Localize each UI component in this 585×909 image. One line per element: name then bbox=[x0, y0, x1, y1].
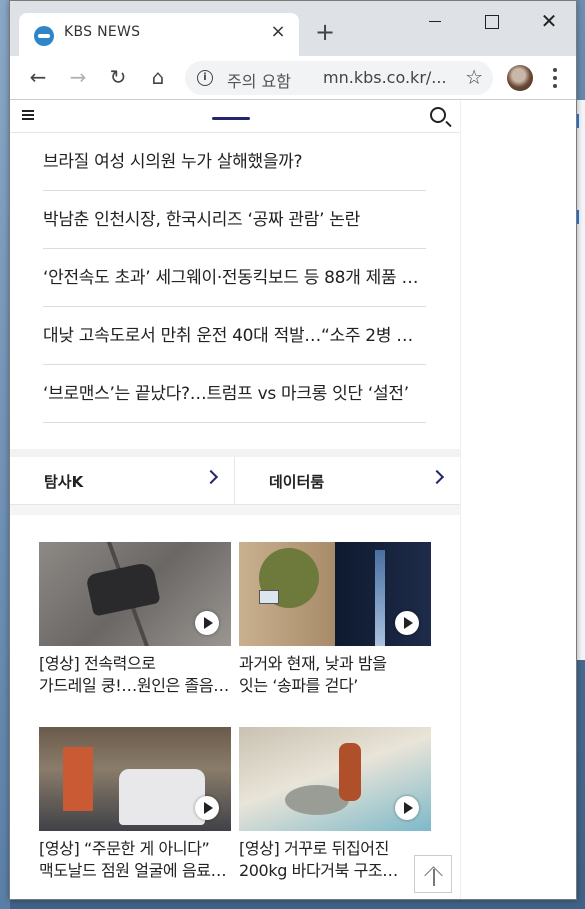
video-card-title-line: 맥도날드 점원 얼굴에 음료 던진 손님 bbox=[39, 861, 231, 880]
news-list: 브라질 여성 시의원 누가 살해했을까? 박남춘 인천시장, 한국시리즈 ‘공짜… bbox=[43, 133, 426, 423]
section-link-dataroom[interactable]: 데이터룸 bbox=[235, 457, 460, 505]
news-list-item[interactable]: 브라질 여성 시의원 누가 살해했을까? bbox=[43, 133, 426, 191]
play-icon[interactable] bbox=[395, 796, 419, 820]
video-card-title[interactable]: [영상] 전속력으로 가드레일 쿵!…원인은 졸음운전 bbox=[39, 653, 231, 697]
section-links: 탐사K 데이터룸 bbox=[10, 457, 460, 505]
video-card-title-line: 가드레일 쿵!…원인은 졸음운전 bbox=[39, 676, 231, 695]
video-card[interactable]: [영상] 거꾸로 뒤집어진 200kg 바다거북 구조… bbox=[239, 727, 431, 882]
new-tab-button[interactable]: + bbox=[312, 19, 338, 45]
video-card-title-line: [영상] “주문한 게 아니다” bbox=[39, 839, 210, 858]
video-card[interactable]: [영상] “주문한 게 아니다” 맥도날드 점원 얼굴에 음료 던진 손님 bbox=[39, 727, 231, 882]
video-card[interactable]: [영상] 전속력으로 가드레일 쿵!…원인은 졸음운전 bbox=[39, 542, 231, 697]
chevron-right-icon bbox=[203, 469, 219, 485]
video-card-title[interactable]: [영상] “주문한 게 아니다” 맥도날드 점원 얼굴에 음료 던진 손님 bbox=[39, 838, 231, 882]
video-card[interactable]: 과거와 현재, 낮과 밤을 잇는 ‘송파를 걷다’ bbox=[239, 542, 431, 697]
video-card-title-line: 과거와 현재, 낮과 밤을 bbox=[239, 654, 387, 673]
kebab-menu-icon[interactable] bbox=[545, 64, 565, 92]
background-window-edge bbox=[576, 100, 585, 660]
page-empty-area bbox=[460, 101, 576, 899]
news-list-item[interactable]: 박남춘 인천시장, 한국시리즈 ‘공짜 관람’ 논란 bbox=[43, 191, 426, 249]
address-bar[interactable]: i 주의 요함 mn.kbs.co.kr/... ☆ bbox=[185, 61, 493, 95]
section-divider bbox=[10, 449, 460, 457]
chevron-right-icon bbox=[429, 469, 445, 485]
back-arrow-icon[interactable]: ← bbox=[23, 62, 53, 92]
play-icon[interactable] bbox=[395, 611, 419, 635]
kbs-favicon-icon bbox=[34, 26, 54, 46]
profile-avatar[interactable] bbox=[507, 65, 533, 91]
browser-toolbar: ← → ↻ ⌂ i 주의 요함 mn.kbs.co.kr/... ☆ bbox=[10, 56, 576, 100]
tab-title: KBS NEWS bbox=[64, 24, 141, 40]
video-card-title[interactable]: 과거와 현재, 낮과 밤을 잇는 ‘송파를 걷다’ bbox=[239, 653, 431, 697]
section-divider bbox=[10, 505, 460, 515]
header-indicator-bar bbox=[212, 117, 250, 120]
news-list-item[interactable]: ‘안전속도 초과’ 세그웨이·전동킥보드 등 88개 제품 리콜 bbox=[43, 249, 426, 307]
bookmark-star-icon[interactable]: ☆ bbox=[465, 65, 483, 89]
browser-tab[interactable]: KBS NEWS × bbox=[19, 13, 299, 56]
page-viewport: 브라질 여성 시의원 누가 살해했을까? 박남춘 인천시장, 한국시리즈 ‘공짜… bbox=[10, 101, 460, 899]
video-thumbnail[interactable] bbox=[239, 727, 431, 831]
site-header bbox=[10, 101, 460, 133]
tab-strip: KBS NEWS × + ✕ bbox=[10, 1, 576, 56]
maximize-button[interactable] bbox=[476, 7, 506, 35]
security-warning-label: 주의 요함 bbox=[227, 72, 291, 91]
play-icon[interactable] bbox=[195, 796, 219, 820]
url-text[interactable]: mn.kbs.co.kr/... bbox=[323, 68, 447, 87]
forward-arrow-icon[interactable]: → bbox=[63, 62, 93, 92]
video-card-title-line: [영상] 전속력으로 bbox=[39, 654, 156, 673]
video-card-title-line: [영상] 거꾸로 뒤집어진 bbox=[239, 839, 389, 858]
video-thumbnail[interactable] bbox=[239, 542, 431, 646]
browser-window: KBS NEWS × + ✕ ← → ↻ ⌂ i 주의 요함 mn.kbs.co… bbox=[9, 0, 577, 900]
info-icon[interactable]: i bbox=[197, 70, 213, 86]
video-card-title-line: 잇는 ‘송파를 걷다’ bbox=[239, 676, 358, 695]
section-link-tamsa-k[interactable]: 탐사K bbox=[10, 457, 235, 505]
section-link-label: 데이터룸 bbox=[269, 473, 325, 491]
tab-close-icon[interactable]: × bbox=[267, 21, 289, 43]
news-list-item[interactable]: ‘브로맨스’는 끝났다?…트럼프 vs 마크롱 잇단 ‘설전’ bbox=[43, 365, 426, 423]
section-link-label: 탐사K bbox=[44, 473, 84, 491]
hamburger-menu-icon[interactable] bbox=[22, 110, 34, 120]
minimize-button[interactable] bbox=[420, 7, 450, 35]
news-list-item[interactable]: 대낮 고속도로서 만취 운전 40대 적발…“소주 2병 마셨다” bbox=[43, 307, 426, 365]
window-close-button[interactable]: ✕ bbox=[534, 7, 564, 35]
video-thumbnail[interactable] bbox=[39, 727, 231, 831]
video-card-title[interactable]: [영상] 거꾸로 뒤집어진 200kg 바다거북 구조… bbox=[239, 838, 431, 882]
video-thumbnail[interactable] bbox=[39, 542, 231, 646]
search-icon[interactable] bbox=[430, 107, 446, 123]
scroll-to-top-button[interactable] bbox=[414, 855, 452, 893]
video-card-title-line: 200kg 바다거북 구조… bbox=[239, 861, 398, 880]
home-icon[interactable]: ⌂ bbox=[143, 62, 173, 92]
play-icon[interactable] bbox=[195, 611, 219, 635]
reload-icon[interactable]: ↻ bbox=[103, 62, 133, 92]
